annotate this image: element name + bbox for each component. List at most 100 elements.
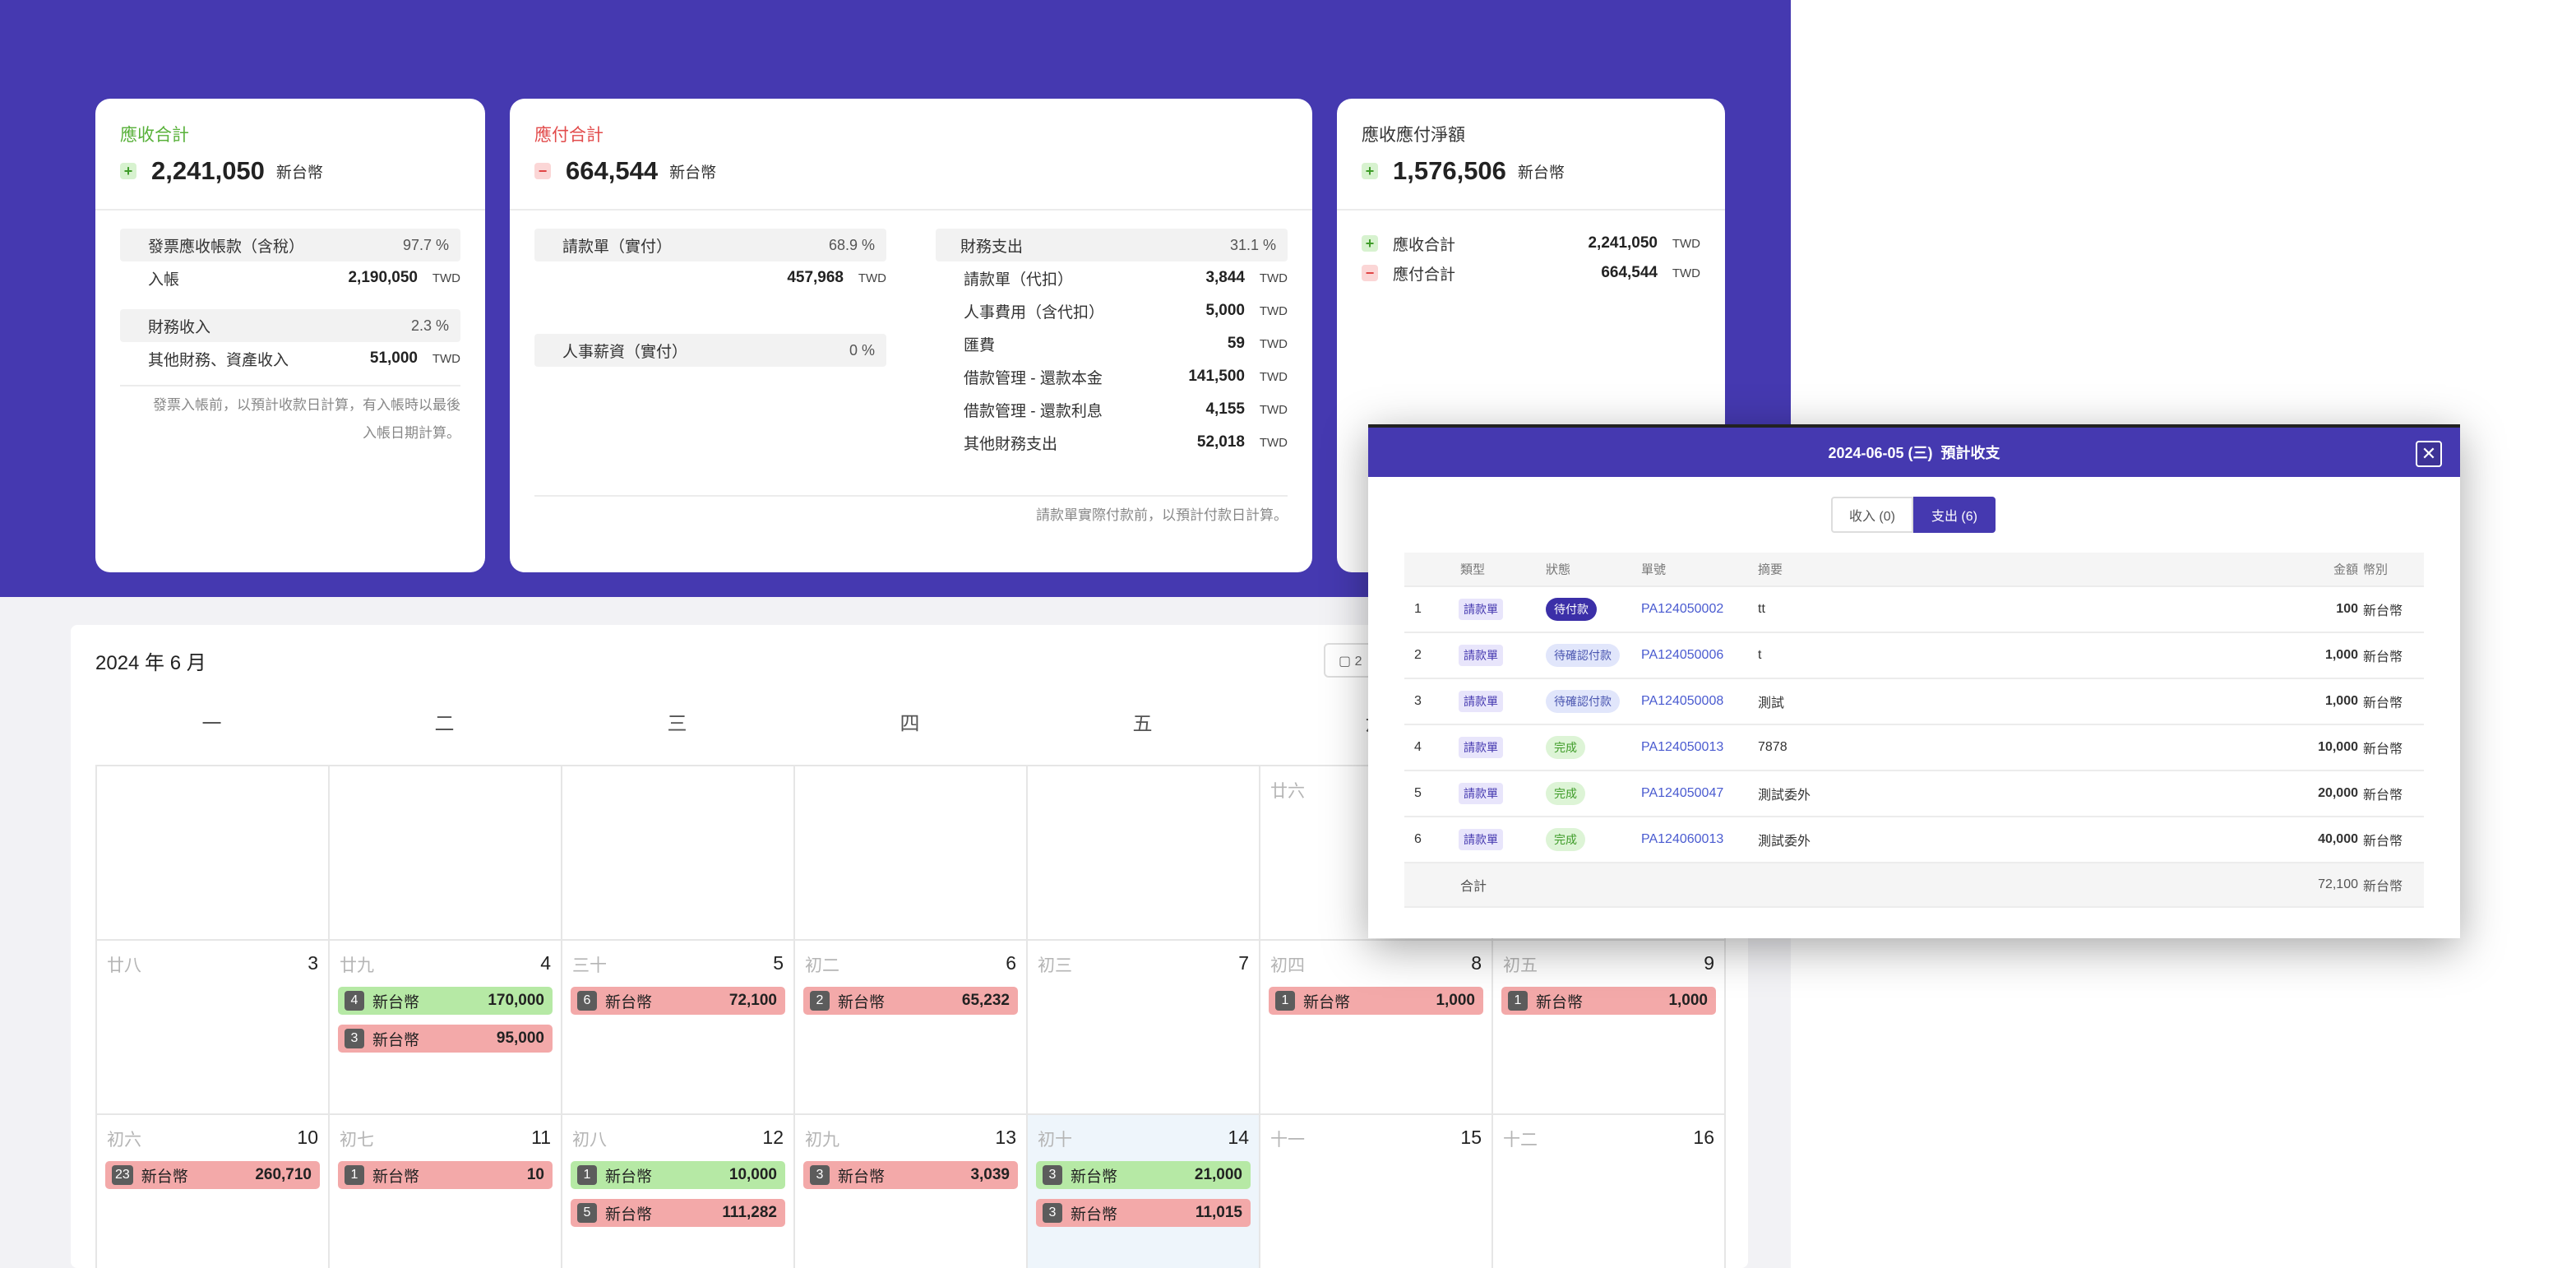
expense-entry[interactable]: 3 新台幣 3,039 — [803, 1161, 1018, 1189]
calendar-day-cell[interactable] — [795, 766, 1028, 941]
expense-entry[interactable]: 1 新台幣 10 — [338, 1161, 553, 1189]
day-number: 14 — [1228, 1127, 1249, 1148]
entry-amount: 95,000 — [496, 1030, 544, 1047]
expense-entry[interactable]: 3 新台幣 11,015 — [1036, 1199, 1251, 1227]
status-badge: 完成 — [1546, 828, 1585, 851]
calendar-day-cell[interactable] — [1028, 766, 1260, 941]
expense-entry[interactable]: 3 新台幣 95,000 — [338, 1025, 553, 1053]
line-unit: TWD — [1259, 435, 1288, 450]
table-row[interactable]: 5 請款單 完成 PA124050047 測試委外 20,000 新台幣 — [1404, 771, 2424, 817]
expense-entry[interactable]: 5 新台幣 111,282 — [571, 1199, 785, 1227]
calendar-day-cell[interactable]: 初十 14 3 新台幣 21,000 3 新台幣 11,015 — [1028, 1115, 1260, 1268]
line-value: 5,000 — [1205, 302, 1245, 319]
line-unit: TWD — [1259, 271, 1288, 285]
minus-icon: − — [1362, 265, 1378, 281]
calendar-day-cell[interactable]: 十一 15 — [1260, 1115, 1493, 1268]
calendar-day-cell[interactable] — [562, 766, 795, 941]
entry-count: 5 — [577, 1203, 597, 1223]
payable-line: 其他財務支出 52,018 TWD — [936, 426, 1288, 459]
close-icon[interactable]: ✕ — [2416, 441, 2442, 467]
payable-line: 人事費用（含代扣） 5,000 TWD — [936, 294, 1288, 327]
calendar-day-cell[interactable] — [97, 766, 330, 941]
line-value: 457,968 — [787, 269, 844, 286]
entry-amount: 1,000 — [1436, 992, 1475, 1009]
income-entry[interactable]: 1 新台幣 10,000 — [571, 1161, 785, 1189]
tab-income[interactable]: 收入 (0) — [1831, 497, 1913, 533]
payable-amount: 664,544 — [566, 156, 659, 185]
row-index: 6 — [1414, 832, 1422, 846]
expense-entry[interactable]: 1 新台幣 1,000 — [1501, 987, 1716, 1015]
calendar-day-cell[interactable]: 廿九 4 4 新台幣 170,000 3 新台幣 95,000 — [330, 941, 562, 1115]
expense-entry[interactable]: 1 新台幣 1,000 — [1269, 987, 1483, 1015]
lunar-date: 初二 — [805, 956, 839, 975]
tab-expense[interactable]: 支出 (6) — [1913, 497, 1996, 533]
expense-entry[interactable]: 6 新台幣 72,100 — [571, 987, 785, 1015]
document-number-link[interactable]: PA124050047 — [1641, 786, 1723, 801]
line-label: 其他財務支出 — [964, 435, 1058, 453]
entry-currency: 新台幣 — [1071, 1168, 1118, 1186]
net-currency: 新台幣 — [1517, 164, 1565, 182]
entry-amount: 65,232 — [961, 992, 1010, 1009]
line-label: 應收合計 — [1393, 236, 1456, 254]
entry-currency: 新台幣 — [838, 993, 886, 1011]
calendar-day-cell[interactable]: 初七 11 1 新台幣 10 — [330, 1115, 562, 1268]
table-row[interactable]: 2 請款單 待確認付款 PA124050006 t 1,000 新台幣 — [1404, 633, 2424, 679]
line-value: 51,000 — [369, 349, 418, 367]
row-index: 2 — [1414, 648, 1422, 662]
entry-amount: 72,100 — [728, 992, 777, 1009]
expense-entry[interactable]: 2 新台幣 65,232 — [803, 987, 1018, 1015]
table-row[interactable]: 3 請款單 待確認付款 PA124050008 測試 1,000 新台幣 — [1404, 679, 2424, 725]
document-number-link[interactable]: PA124050002 — [1641, 602, 1723, 617]
calendar-day-cell[interactable]: 初四 8 1 新台幣 1,000 — [1260, 941, 1493, 1115]
net-title: 應收應付淨額 — [1362, 126, 1465, 145]
document-number-link[interactable]: PA124050013 — [1641, 740, 1723, 755]
entry-count: 1 — [1275, 991, 1295, 1011]
payable-summary-card: 應付合計 − 664,544 新台幣 請款單（實付） 68.9 % 457,96… — [510, 99, 1312, 572]
row-currency: 新台幣 — [2363, 696, 2403, 710]
row-index: 1 — [1414, 602, 1422, 616]
day-number: 9 — [1704, 952, 1714, 974]
calendar-day-cell[interactable] — [330, 766, 562, 941]
projected-cashflow-modal: 2024-06-05 (三) 預計收支 ✕ 收入 (0) 支出 (6) 類型 狀… — [1368, 424, 2460, 938]
income-entry[interactable]: 4 新台幣 170,000 — [338, 987, 553, 1015]
type-tag: 請款單 — [1459, 691, 1503, 712]
entry-currency: 新台幣 — [141, 1168, 188, 1186]
entry-amount: 1,000 — [1668, 992, 1708, 1009]
calendar-day-cell[interactable]: 初九 13 3 新台幣 3,039 — [795, 1115, 1028, 1268]
receivable-summary-card: 應收合計 + 2,241,050 新台幣 發票應收帳款（含稅） 97.7 % 入… — [95, 99, 485, 572]
minus-icon: − — [534, 163, 551, 179]
day-number: 15 — [1460, 1127, 1482, 1148]
day-number: 7 — [1238, 952, 1249, 974]
lunar-date: 初五 — [1503, 956, 1538, 975]
row-amount: 40,000 — [2318, 832, 2358, 846]
entry-currency: 新台幣 — [605, 1168, 653, 1186]
calendar-day-cell[interactable]: 廿八 3 — [97, 941, 330, 1115]
calendar-day-cell[interactable]: 初二 6 2 新台幣 65,232 — [795, 941, 1028, 1115]
calendar-day-cell[interactable]: 初六 10 23 新台幣 260,710 — [97, 1115, 330, 1268]
line-label: 應付合計 — [1393, 266, 1456, 284]
row-currency: 新台幣 — [2363, 604, 2403, 618]
line-unit: TWD — [1259, 369, 1288, 384]
entry-count: 3 — [810, 1165, 830, 1185]
calendar-day-cell[interactable]: 初八 12 1 新台幣 10,000 5 新台幣 111,282 — [562, 1115, 795, 1268]
calendar-day-cell[interactable]: 初五 9 1 新台幣 1,000 — [1493, 941, 1726, 1115]
line-unit: TWD — [1259, 402, 1288, 417]
document-number-link[interactable]: PA124060013 — [1641, 832, 1723, 847]
expense-entry[interactable]: 23 新台幣 260,710 — [105, 1161, 320, 1189]
payable-line: 借款管理 - 還款利息 4,155 TWD — [936, 393, 1288, 426]
entry-amount: 111,282 — [722, 1204, 777, 1221]
calendar-day-cell[interactable]: 三十 5 6 新台幣 72,100 — [562, 941, 795, 1115]
calendar-day-cell[interactable]: 初三 7 — [1028, 941, 1260, 1115]
document-number-link[interactable]: PA124050006 — [1641, 648, 1723, 663]
table-row[interactable]: 6 請款單 完成 PA124060013 測試委外 40,000 新台幣 — [1404, 817, 2424, 863]
table-row[interactable]: 4 請款單 完成 PA124050013 7878 10,000 新台幣 — [1404, 725, 2424, 771]
weekday-mon: 一 — [201, 713, 222, 735]
table-row[interactable]: 1 請款單 待付款 PA124050002 tt 100 新台幣 — [1404, 587, 2424, 633]
date-picker[interactable]: ▢ 2 — [1324, 643, 1373, 678]
entry-count: 1 — [1508, 991, 1528, 1011]
request-paid-group: 請款單（實付） 68.9 % — [534, 229, 886, 261]
calendar-day-cell[interactable]: 十二 16 — [1493, 1115, 1726, 1268]
line-value: 59 — [1227, 335, 1245, 352]
income-entry[interactable]: 3 新台幣 21,000 — [1036, 1161, 1251, 1189]
document-number-link[interactable]: PA124050008 — [1641, 694, 1723, 709]
